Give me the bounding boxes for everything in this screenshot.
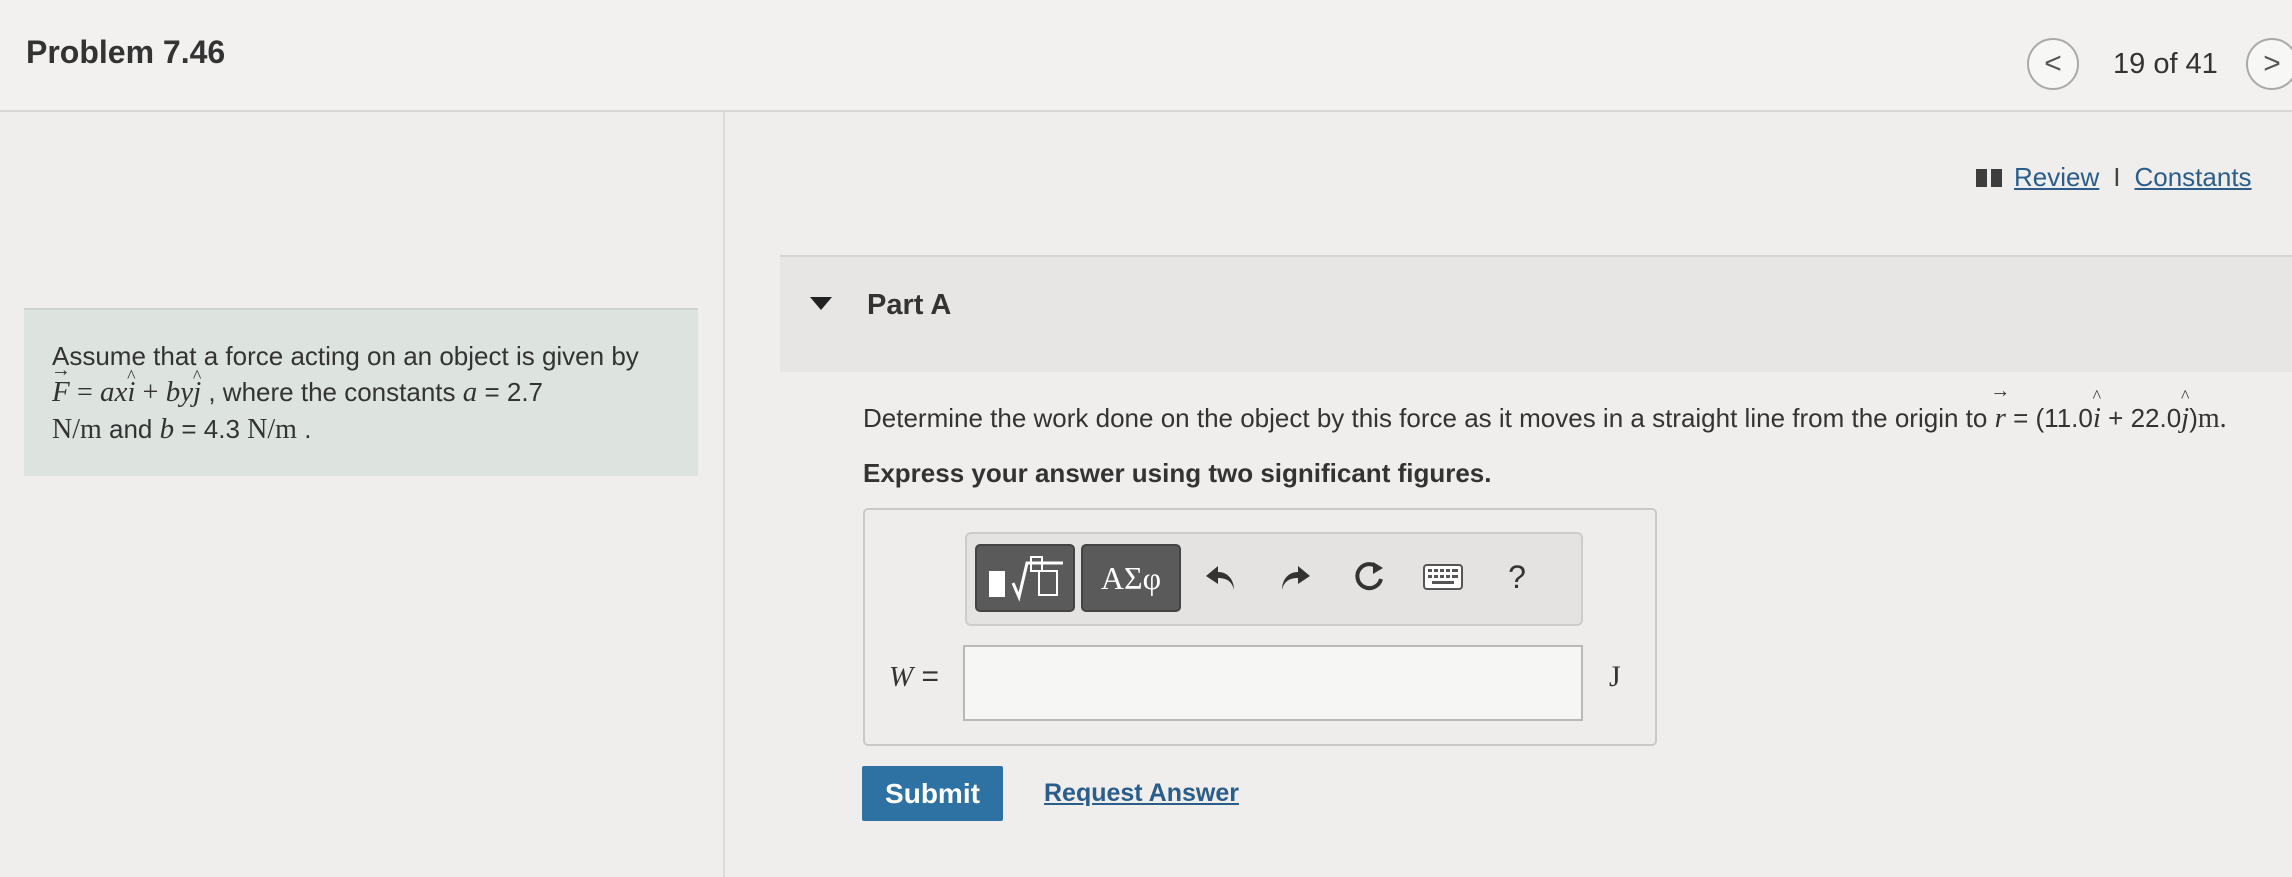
problem-intro: Assume that a force acting on an object … [52,341,639,371]
unit-vector-i: i [127,374,135,410]
book-icon [1976,168,2002,187]
answer-equals: = [921,660,940,693]
constants-line: N/m and b = 4.3 N/m . [52,411,670,448]
unit-a: N/m [52,414,102,445]
answer-variable-label: W = [889,660,939,694]
equals-sign: = [76,377,93,408]
question-prefix: Determine the work done on the object by… [863,403,1988,433]
previous-problem-button[interactable]: < [2027,38,2079,90]
where-text: , where the constants [208,377,456,407]
link-separator: I [2113,162,2121,192]
term-by: by [165,376,194,408]
caret-down-icon[interactable] [810,297,832,310]
undo-button[interactable] [1199,552,1243,602]
keyboard-icon [1423,564,1463,590]
position-y: + 22.0 [2108,403,2182,433]
close-paren: ) [2189,403,2198,433]
part-a-header[interactable]: Part A [780,255,2292,372]
force-vector: F [52,374,70,410]
undo-icon [1206,566,1234,590]
answer-unit: J [1609,660,1621,693]
keyboard-button[interactable] [1421,552,1465,602]
instruction-text: Express your answer using two significan… [863,458,1492,488]
answer-box: ΑΣφ ? W = J [863,508,1657,746]
chevron-left-icon: < [2044,47,2062,80]
and-text: and [109,414,153,444]
problem-title: Problem 7.46 [26,34,226,70]
constants-link[interactable]: Constants [2134,162,2251,193]
redo-icon [1282,566,1310,590]
problem-statement: Assume that a force acting on an object … [24,308,698,476]
submit-button[interactable]: Submit [862,766,1003,821]
term-ax: ax [99,376,128,408]
answer-input[interactable] [963,645,1583,721]
unit-b: N/m [247,414,297,445]
templates-icon [989,556,1063,602]
unit-vector-i: i [2093,402,2101,435]
position-x: = (11.0 [2013,403,2093,433]
next-problem-button[interactable]: > [2246,38,2292,90]
position-vector: r [1995,402,2006,435]
question-text: Determine the work done on the object by… [863,402,2227,435]
position-unit: m. [2197,403,2227,434]
templates-button[interactable] [975,544,1075,612]
problem-panel [0,112,723,877]
plus-sign: + [142,377,159,408]
reset-button[interactable] [1347,552,1391,602]
force-equation: F = axi + byj , where the constants a = … [52,374,670,411]
period: . [304,414,312,444]
help-button[interactable]: ? [1495,552,1539,602]
request-answer-link[interactable]: Request Answer [1044,779,1239,808]
constant-a: a [462,376,478,408]
resource-links: Review I Constants [1976,162,2252,193]
page-count: 19 of 41 [2113,48,2218,80]
unit-vector-j: j [2181,402,2189,435]
constant-a-value: = 2.7 [484,377,544,407]
chevron-right-icon: > [2263,47,2281,80]
unit-vector-j: j [193,374,201,410]
panel-divider [723,112,725,877]
constant-b-value: = 4.3 [181,414,240,444]
review-link[interactable]: Review [2014,162,2099,193]
math-toolbar: ΑΣφ ? [965,532,1583,626]
variable-w: W [889,661,914,693]
reset-icon [1355,562,1383,591]
redo-button[interactable] [1273,552,1317,602]
constant-b: b [159,413,175,445]
top-bar: Problem 7.46 < 19 of 41 > [0,0,2292,112]
greek-symbols-button[interactable]: ΑΣφ [1081,544,1181,612]
part-title: Part A [867,289,952,321]
